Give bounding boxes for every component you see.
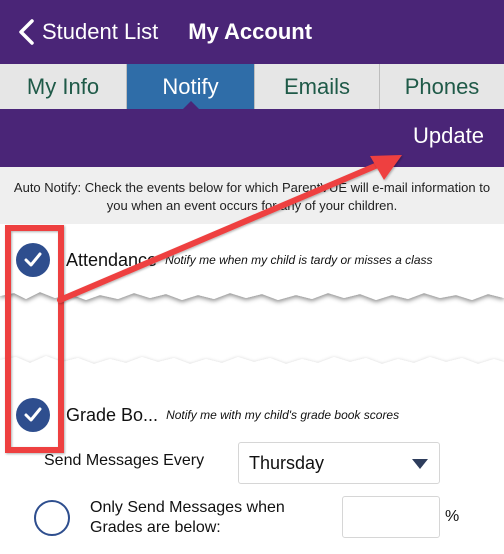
tab-label: My Info [26,73,100,99]
back-button-label: Student List [42,19,159,44]
checkmark-icon [24,407,42,422]
attendance-label: Attendance [66,249,158,270]
update-button[interactable]: Update [413,123,484,149]
grade-book-label: Grade Bo... [66,404,159,425]
page-title: My Account [188,19,313,44]
active-tab-indicator [182,101,199,109]
tab-emails[interactable]: Emails [255,64,380,109]
tab-my-info[interactable]: My Info [0,64,127,109]
back-button[interactable]: Student List [16,18,158,46]
chevron-left-icon [19,19,34,45]
tab-bar: My Info Notify Emails Phones [0,64,504,109]
grade-threshold-input[interactable] [342,496,440,538]
checkmark-icon [24,252,42,267]
tab-label: Emails [283,73,350,99]
top-navbar: Student List My Account [0,0,504,64]
attendance-checkbox[interactable] [16,243,50,277]
grades-below-label: Only Send Messages when Grades are below… [90,499,285,536]
auto-notify-description: Auto Notify: Check the events below for … [0,167,504,224]
tab-notify[interactable]: Notify [127,64,255,109]
attendance-description: Notify me when my child is tardy or miss… [165,253,433,267]
event-row-attendance: Attendance Notify me when my child is ta… [0,240,504,280]
grade-book-checkbox[interactable] [16,398,50,432]
tab-phones[interactable]: Phones [380,64,504,109]
dropdown-arrow-icon [412,459,428,469]
send-day-value: Thursday [249,452,325,473]
send-day-select[interactable]: Thursday [238,442,440,484]
action-bar: Update [0,109,504,167]
tab-label: Phones [404,73,480,99]
tab-label: Notify [162,73,219,99]
send-messages-label: Send Messages Every [44,452,205,469]
event-row-grade-book: Grade Bo... Notify me with my child's gr… [0,395,504,435]
torn-page-divider [0,286,504,386]
grade-book-description: Notify me with my child's grade book sco… [166,408,400,422]
percent-unit: % [445,508,460,525]
grades-below-radio[interactable] [34,500,70,536]
